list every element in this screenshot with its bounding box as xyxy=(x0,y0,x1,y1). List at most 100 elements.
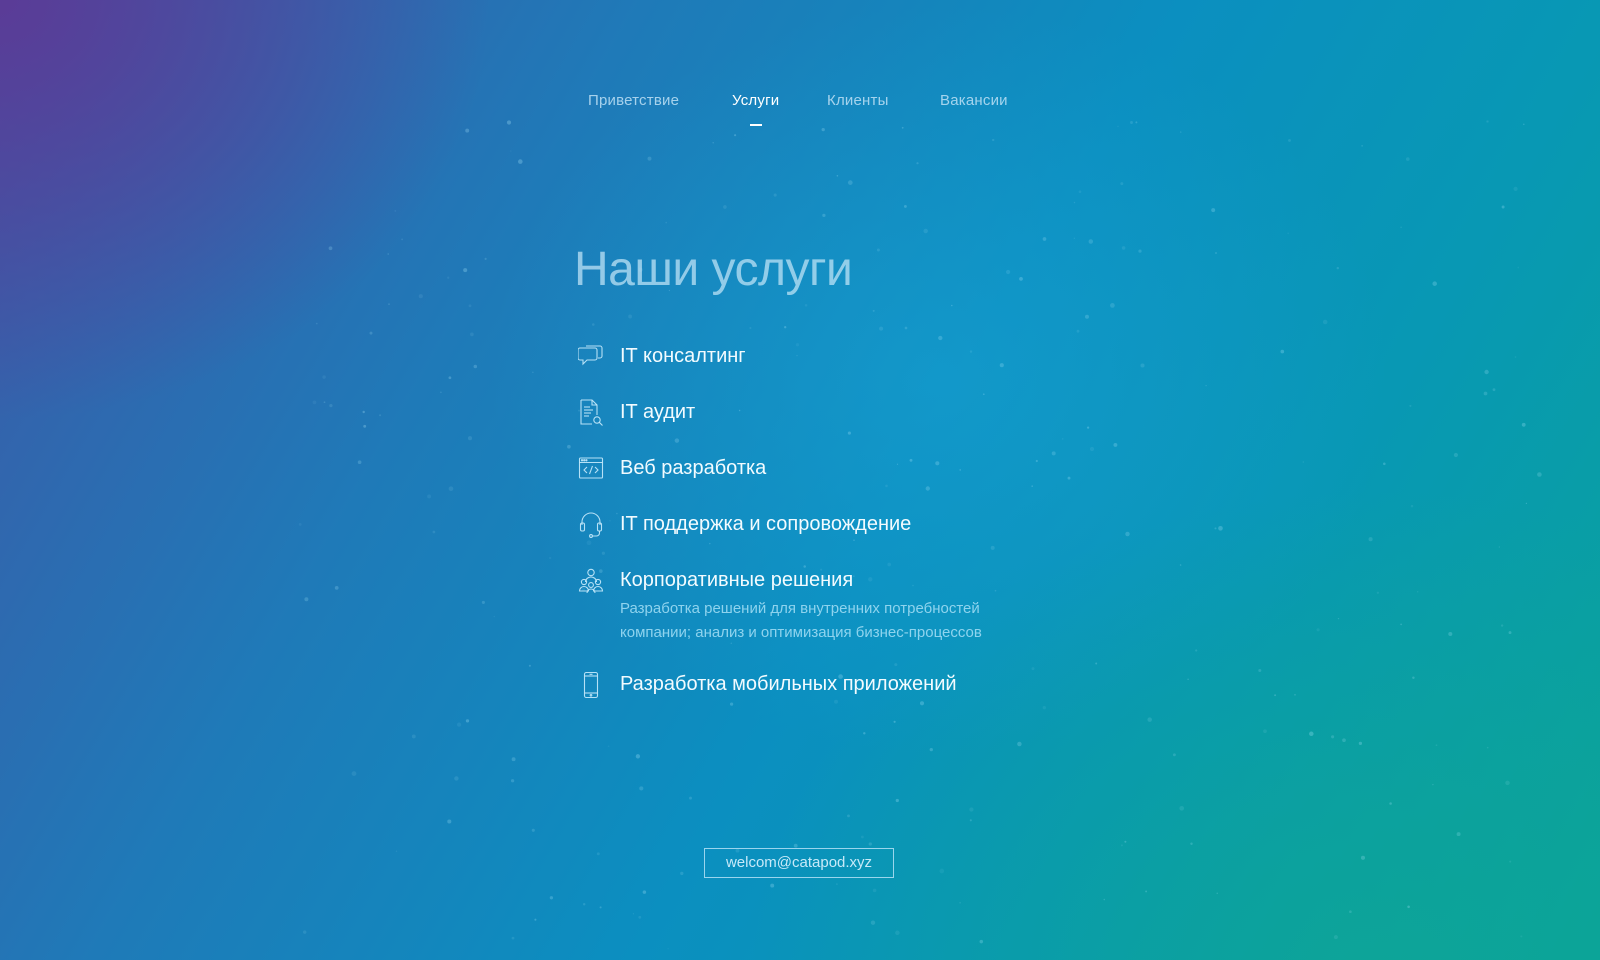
dust-particle xyxy=(328,246,333,251)
dust-particle xyxy=(1110,303,1115,308)
dust-particle xyxy=(638,915,642,919)
dust-particle xyxy=(1509,860,1512,863)
dust-particle xyxy=(1005,269,1011,275)
dust-particle xyxy=(665,221,668,224)
dust-particle xyxy=(401,238,403,241)
dust-particle xyxy=(481,600,485,604)
dust-particle xyxy=(994,589,997,592)
dust-particle xyxy=(712,142,714,144)
dust-particle xyxy=(1067,476,1071,480)
dust-particle xyxy=(834,699,838,704)
dust-particle xyxy=(1520,935,1523,938)
dust-particle xyxy=(1368,537,1373,542)
dust-particle xyxy=(1407,905,1410,909)
dust-particle xyxy=(1190,842,1193,846)
dust-particle xyxy=(427,494,432,499)
dust-particle xyxy=(1076,329,1080,333)
dust-particle xyxy=(518,159,523,164)
service-label: Корпоративные решения xyxy=(620,569,854,591)
dust-particle xyxy=(1432,281,1437,286)
dust-particle xyxy=(734,134,737,137)
nav-item-services[interactable]: Услуги xyxy=(732,92,779,109)
dust-particle xyxy=(315,322,318,325)
dust-particle xyxy=(1410,504,1414,508)
dust-particle xyxy=(448,486,454,492)
dust-particle xyxy=(709,542,711,545)
dust-particle xyxy=(729,702,734,706)
nav-item-welcome[interactable]: Приветствие xyxy=(588,92,679,109)
dust-particle xyxy=(511,757,516,762)
dust-particle xyxy=(894,663,898,667)
dust-particle xyxy=(1019,277,1023,281)
dust-particle xyxy=(639,786,644,791)
dust-particle xyxy=(567,444,571,449)
dust-particle xyxy=(1486,746,1489,749)
dust-particle xyxy=(887,562,892,567)
dust-particle xyxy=(322,375,326,379)
dust-particle xyxy=(916,162,919,165)
dust-particle xyxy=(870,920,876,925)
dust-particle xyxy=(1258,669,1262,672)
dust-particle xyxy=(1342,738,1346,743)
chat-bubbles-icon xyxy=(578,343,604,371)
dust-particle xyxy=(1435,744,1438,747)
dust-particle xyxy=(876,248,880,252)
dust-particle xyxy=(493,615,496,618)
dust-particle xyxy=(903,204,907,208)
dust-particle xyxy=(1211,208,1216,213)
dust-particle xyxy=(510,779,515,783)
dust-particle xyxy=(909,458,913,462)
dust-particle xyxy=(1416,591,1419,593)
dust-particle xyxy=(549,896,554,900)
dust-particle xyxy=(868,577,873,582)
dust-particle xyxy=(1042,237,1047,241)
dust-particle xyxy=(1432,783,1434,786)
dust-particle xyxy=(847,431,851,435)
nav-item-vacancies[interactable]: Вакансии xyxy=(940,92,1008,109)
dust-particle xyxy=(379,414,382,417)
dust-particle xyxy=(674,438,680,443)
dust-particle xyxy=(586,540,592,546)
nav-item-clients[interactable]: Клиенты xyxy=(827,92,889,109)
dust-particle xyxy=(929,747,933,752)
dust-particle xyxy=(1121,246,1126,250)
dust-particle xyxy=(1294,694,1296,696)
dust-particle xyxy=(893,720,896,723)
dust-particle xyxy=(592,323,595,326)
dust-particle xyxy=(938,335,943,341)
dust-particle xyxy=(607,745,610,748)
dust-particle xyxy=(628,314,633,319)
dust-particle xyxy=(1089,446,1095,452)
dust-particle xyxy=(795,343,800,347)
dust-particle xyxy=(1412,676,1415,679)
dust-particle xyxy=(896,463,899,465)
dust-particle xyxy=(847,814,850,818)
dust-particle xyxy=(1120,182,1124,186)
dust-particle xyxy=(1383,462,1386,466)
dust-particle xyxy=(432,530,436,534)
dust-particle xyxy=(1195,649,1198,652)
dust-particle xyxy=(1500,624,1504,627)
top-navigation: Приветствие Услуги Клиенты Вакансии xyxy=(0,92,1600,132)
dust-particle xyxy=(923,228,928,234)
dust-particle xyxy=(312,400,317,405)
dust-particle xyxy=(1525,502,1528,505)
dust-particle xyxy=(770,883,775,888)
service-label: Разработка мобильных приложений xyxy=(620,673,957,695)
dust-particle xyxy=(853,575,855,577)
dust-particle xyxy=(1031,667,1035,671)
dust-particle xyxy=(1274,694,1277,697)
dust-particle xyxy=(1336,266,1340,270)
dust-particle xyxy=(534,918,537,921)
dust-particle xyxy=(1179,564,1182,566)
dust-particle xyxy=(895,798,899,803)
background-particles xyxy=(298,120,1542,950)
email-contact-button[interactable]: welcom@catapod.xyz xyxy=(704,848,894,878)
dust-particle xyxy=(1078,190,1082,194)
dust-particle xyxy=(847,180,853,185)
dust-particle xyxy=(1505,780,1510,786)
dust-particle xyxy=(510,150,512,152)
dust-particle xyxy=(939,868,945,874)
dust-particle xyxy=(1514,356,1517,358)
dust-particle xyxy=(1125,531,1130,537)
